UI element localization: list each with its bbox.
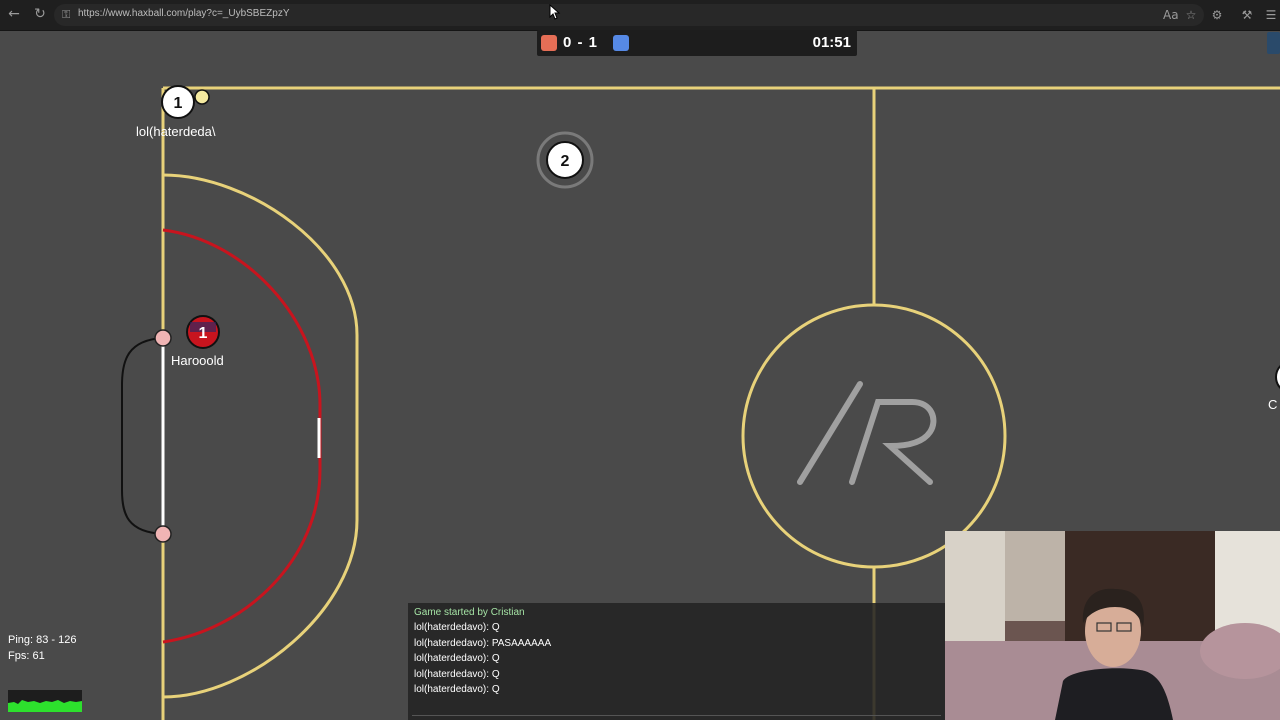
goal-post-bottom [154, 525, 172, 543]
goal-net [121, 337, 164, 535]
chat-panel: Game started by Cristian lol(haterdedavo… [408, 603, 945, 720]
chat-line: lol(haterdedavo): Q [414, 683, 500, 695]
ping-text: Ping: 83 - 126 [8, 634, 77, 646]
side-panel-tab[interactable] [1267, 32, 1280, 54]
player-number-red: 1 [199, 325, 208, 342]
net-stats: Ping: 83 - 126 Fps: 61 [8, 632, 77, 664]
chat-line: Game started by Cristian [414, 607, 525, 618]
blue-team-indicator [613, 35, 629, 51]
ball [194, 89, 210, 105]
player-disc-offscreen [1275, 364, 1280, 390]
chat-line: lol(haterdedavo): Q [414, 668, 500, 680]
scoreboard: 0 - 1 01:51 [537, 30, 857, 56]
red-goal-area [162, 228, 322, 644]
goal-post-top [154, 329, 172, 347]
player-name-red: Harooold [171, 353, 224, 368]
chat-line: lol(haterdedavo): PASAAAAAA [414, 637, 552, 649]
webcam-overlay [945, 531, 1280, 720]
chat-line: lol(haterdedavo): Q [414, 622, 500, 634]
match-timer: 01:51 [812, 34, 851, 51]
chat-input[interactable] [412, 705, 941, 716]
center-logo [797, 381, 937, 485]
score-text: 0 - 1 [563, 34, 599, 51]
player-number-2: 2 [561, 153, 570, 170]
red-team-indicator [541, 35, 557, 51]
mouse-cursor-icon [549, 4, 561, 20]
fps-text: Fps: 61 [8, 650, 45, 662]
player-number-white: 1 [174, 95, 183, 112]
player-name-offscreen: C [1268, 397, 1278, 412]
player-name-white: lol(haterdeda\ [136, 124, 216, 139]
penalty-area-arc [162, 173, 359, 699]
chat-line: lol(haterdedavo): Q [414, 653, 500, 665]
fps-graph [8, 690, 82, 712]
center-circle [741, 303, 1007, 569]
